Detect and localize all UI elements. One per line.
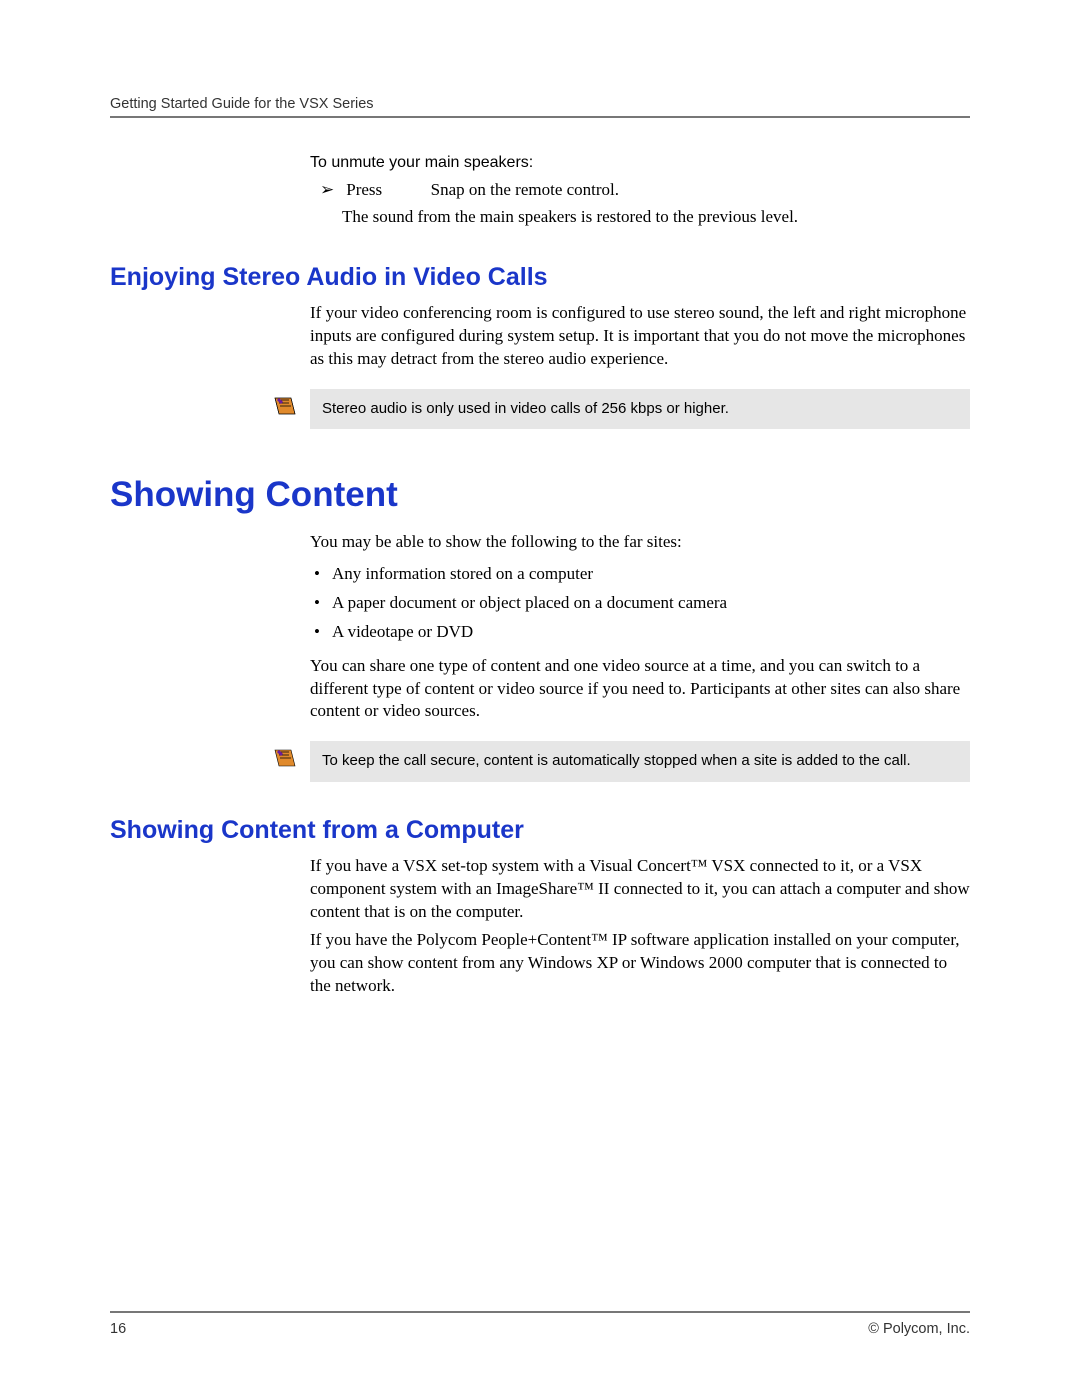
showing-body: You may be able to show the following to… <box>310 531 970 723</box>
showing-body2: You can share one type of content and on… <box>310 655 970 724</box>
computer-p2: If you have the Polycom People+Content™ … <box>310 929 970 998</box>
stereo-body: If your video conferencing room is confi… <box>310 302 970 371</box>
header-rule <box>110 116 970 118</box>
showing-note: To keep the call secure, content is auto… <box>310 741 970 781</box>
unmute-step: ➢ Press Snap on the remote control. The … <box>320 180 970 229</box>
list-item: Any information stored on a computer <box>332 560 970 589</box>
heading-stereo: Enjoying Stereo Audio in Video Calls <box>110 263 970 292</box>
computer-body: If you have a VSX set-top system with a … <box>310 855 970 999</box>
page-footer: 16 © Polycom, Inc. <box>110 1311 970 1337</box>
stereo-note: Stereo audio is only used in video calls… <box>310 389 970 429</box>
note-icon <box>274 749 296 767</box>
step-press: Press <box>346 180 382 199</box>
page-number: 16 <box>110 1321 126 1337</box>
running-header: Getting Started Guide for the VSX Series <box>110 96 970 112</box>
step-result: The sound from the main speakers is rest… <box>342 206 970 229</box>
stereo-note-row: Stereo audio is only used in video calls… <box>260 389 970 429</box>
showing-note-row: To keep the call secure, content is auto… <box>260 741 970 781</box>
heading-showing-content: Showing Content <box>110 475 970 515</box>
computer-p1: If you have a VSX set-top system with a … <box>310 855 970 924</box>
list-item: A paper document or object placed on a d… <box>332 589 970 618</box>
list-item: A videotape or DVD <box>332 618 970 647</box>
document-page: Getting Started Guide for the VSX Series… <box>0 0 1080 1397</box>
unmute-lead: To unmute your main speakers: <box>310 154 970 172</box>
heading-computer: Showing Content from a Computer <box>110 816 970 845</box>
unmute-section: To unmute your main speakers: ➢ Press Sn… <box>310 154 970 229</box>
copyright: © Polycom, Inc. <box>868 1321 970 1337</box>
showing-bullet-list: Any information stored on a computer A p… <box>310 560 970 647</box>
note-icon <box>274 397 296 415</box>
arrow-bullet-icon: ➢ <box>320 180 342 200</box>
stereo-paragraph: If your video conferencing room is confi… <box>310 302 970 371</box>
step-label: Snap on the remote control. <box>431 180 619 199</box>
showing-intro: You may be able to show the following to… <box>310 531 970 554</box>
